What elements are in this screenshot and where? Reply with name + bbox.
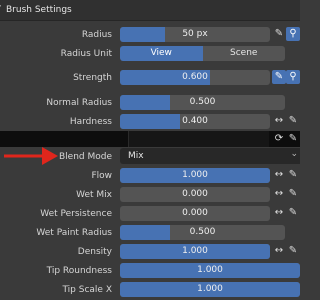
normal-radius-label: Normal Radius [46, 98, 112, 108]
wet-persistence-field[interactable]: 0.000 [120, 206, 270, 221]
flow-label: Flow [91, 171, 112, 181]
blend-mode-value: Mix [128, 151, 144, 161]
flow-value: 1.000 [182, 170, 208, 180]
wet-mix-label: Wet Mix [76, 190, 112, 200]
dark-slot [128, 131, 269, 147]
radius-unit-view-option[interactable]: View [120, 46, 203, 61]
strength-value: 0.600 [182, 72, 208, 82]
unified-radius-icon[interactable]: ⚲ [286, 27, 300, 41]
wet-persistence-value: 0.000 [182, 208, 208, 218]
tip-scale-x-label: Tip Scale X [62, 285, 112, 295]
pen-pressure-icon-hardness[interactable]: ✎ [286, 114, 300, 128]
pen-pressure-icon-wet-mix[interactable]: ✎ [286, 187, 300, 201]
panel-header[interactable]: ▼ Brush Settings [0, 0, 300, 21]
strength-field[interactable]: 0.600 [120, 70, 270, 85]
radius-unit-scene-option[interactable]: Scene [202, 46, 285, 61]
unified-strength-icon[interactable]: ⚲ [286, 70, 300, 84]
wet-mix-value: 0.000 [182, 189, 208, 199]
pen-pressure-icon-density[interactable]: ✎ [286, 244, 300, 258]
radius-field[interactable]: 50 px [120, 27, 270, 42]
density-value: 1.000 [182, 246, 208, 256]
invert-arrows-icon[interactable]: ↔ [272, 114, 286, 128]
wet-paint-radius-value: 0.500 [189, 227, 216, 237]
pen-pressure-icon[interactable]: ✎ [272, 27, 286, 41]
wet-persistence-label: Wet Persistence [40, 209, 112, 219]
invert-arrows-icon-density[interactable]: ↔ [272, 244, 286, 258]
hardness-value: 0.400 [182, 116, 208, 126]
tip-scale-x-field[interactable]: 1.000 [120, 282, 300, 297]
wet-paint-radius-label: Wet Paint Radius [36, 228, 112, 238]
radius-unit-toggle[interactable]: View Scene [120, 46, 285, 61]
wet-mix-field[interactable]: 0.000 [120, 187, 270, 202]
blend-mode-dropdown[interactable]: Mix ⌄ [120, 148, 300, 164]
refresh-icon[interactable]: ⟳ [272, 132, 286, 146]
wet-paint-radius-field[interactable]: 0.500 [120, 225, 285, 240]
density-field[interactable]: 1.000 [120, 244, 270, 259]
tip-scale-x-value: 1.000 [197, 284, 223, 294]
tip-roundness-field[interactable]: 1.000 [120, 263, 300, 278]
density-label: Density [77, 247, 112, 257]
flow-field[interactable]: 1.000 [120, 168, 270, 183]
pen-pressure-icon-wet-persistence[interactable]: ✎ [286, 206, 300, 220]
tip-roundness-label: Tip Roundness [46, 266, 112, 276]
radius-value: 50 px [182, 29, 208, 39]
strength-pressure-icon[interactable]: ✎ [272, 70, 286, 84]
hardness-label: Hardness [69, 117, 112, 127]
collapse-chevron-icon[interactable]: ▼ [0, 5, 3, 14]
normal-radius-value: 0.500 [189, 97, 216, 107]
strength-label: Strength [73, 73, 112, 83]
normal-radius-field[interactable]: 0.500 [120, 95, 285, 110]
invert-arrows-icon-wet-mix[interactable]: ↔ [272, 187, 286, 201]
pen-pressure-icon-band[interactable]: ✎ [286, 132, 300, 146]
invert-arrows-icon-flow[interactable]: ↔ [272, 168, 286, 182]
radius-unit-label: Radius Unit [60, 49, 112, 59]
blend-mode-label: Blend Mode [58, 152, 112, 162]
chevron-down-icon: ⌄ [290, 149, 298, 159]
pen-pressure-icon-flow[interactable]: ✎ [286, 168, 300, 182]
radius-label: Radius [81, 30, 112, 40]
tip-roundness-value: 1.000 [197, 265, 223, 275]
invert-arrows-icon-wet-persistence[interactable]: ↔ [272, 206, 286, 220]
panel-title: Brush Settings [6, 5, 72, 15]
annotation-arrow [4, 147, 58, 165]
hardness-field[interactable]: 0.400 [120, 114, 270, 129]
